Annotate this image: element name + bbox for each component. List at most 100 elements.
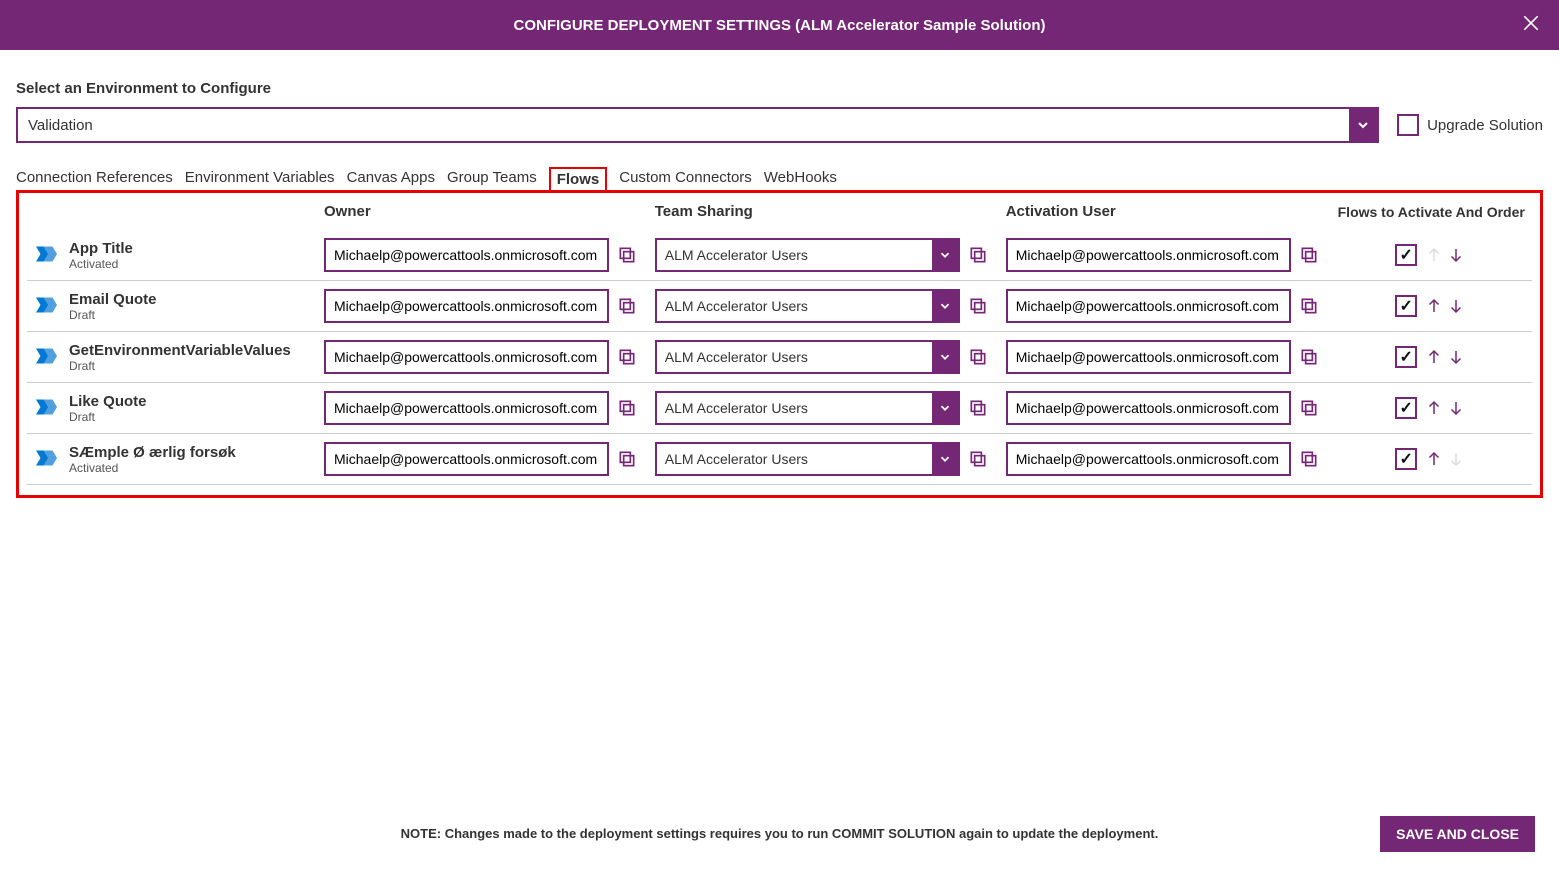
flow-icon: [27, 281, 63, 332]
move-down-button[interactable]: [1445, 395, 1467, 421]
copy-activation-button[interactable]: [1297, 243, 1321, 267]
flow-name: GetEnvironmentVariableValues: [69, 342, 312, 359]
tab-group-teams[interactable]: Group Teams: [447, 167, 537, 192]
copy-owner-button[interactable]: [615, 345, 639, 369]
activate-checkbox[interactable]: [1395, 448, 1417, 470]
col-activate-order: Flows to Activate And Order: [1330, 199, 1532, 230]
owner-input[interactable]: [324, 238, 609, 272]
activate-checkbox[interactable]: [1395, 244, 1417, 266]
copy-activation-button[interactable]: [1297, 345, 1321, 369]
footer-note: NOTE: Changes made to the deployment set…: [401, 826, 1159, 841]
move-up-button[interactable]: [1423, 395, 1445, 421]
move-down-button[interactable]: [1445, 242, 1467, 268]
flow-name: Email Quote: [69, 291, 312, 308]
tab-custom-connectors[interactable]: Custom Connectors: [619, 167, 752, 192]
activation-user-input[interactable]: [1006, 391, 1291, 425]
team-select[interactable]: ALM Accelerator Users: [655, 391, 960, 425]
activate-checkbox[interactable]: [1395, 346, 1417, 368]
team-select-value: ALM Accelerator Users: [657, 349, 932, 365]
chevron-down-icon: [1349, 109, 1377, 141]
table-row: Like QuoteDraft ALM Accelerator Users: [27, 383, 1532, 434]
copy-team-button[interactable]: [966, 447, 990, 471]
flow-icon: [27, 230, 63, 281]
copy-owner-button[interactable]: [615, 243, 639, 267]
copy-activation-button[interactable]: [1297, 294, 1321, 318]
upgrade-solution-label: Upgrade Solution: [1427, 117, 1543, 134]
tab-flows[interactable]: Flows: [549, 167, 608, 192]
move-down-button: [1445, 446, 1467, 472]
flow-status: Draft: [69, 410, 312, 424]
copy-team-button[interactable]: [966, 396, 990, 420]
flow-status: Draft: [69, 359, 312, 373]
flows-table-container: Owner Team Sharing Activation User Flows…: [16, 190, 1543, 498]
activation-user-input[interactable]: [1006, 442, 1291, 476]
table-row: SÆmple Ø ærlig forsøkActivated ALM Accele…: [27, 434, 1532, 485]
flow-status: Draft: [69, 308, 312, 322]
col-team: Team Sharing: [649, 199, 1000, 230]
activation-user-input[interactable]: [1006, 289, 1291, 323]
activation-user-input[interactable]: [1006, 238, 1291, 272]
flow-icon: [27, 434, 63, 485]
move-down-button[interactable]: [1445, 293, 1467, 319]
move-up-button: [1423, 242, 1445, 268]
tab-webhooks[interactable]: WebHooks: [764, 167, 837, 192]
copy-owner-button[interactable]: [615, 294, 639, 318]
owner-input[interactable]: [324, 340, 609, 374]
tab-canvas-apps[interactable]: Canvas Apps: [347, 167, 435, 192]
col-activation: Activation User: [1000, 199, 1331, 230]
team-select-value: ALM Accelerator Users: [657, 451, 932, 467]
move-up-button[interactable]: [1423, 293, 1445, 319]
chevron-down-icon: [932, 444, 958, 474]
copy-team-button[interactable]: [966, 243, 990, 267]
copy-activation-button[interactable]: [1297, 447, 1321, 471]
owner-input[interactable]: [324, 289, 609, 323]
table-row: GetEnvironmentVariableValuesDraft ALM Acc…: [27, 332, 1532, 383]
team-select[interactable]: ALM Accelerator Users: [655, 340, 960, 374]
team-select-value: ALM Accelerator Users: [657, 298, 932, 314]
activate-checkbox[interactable]: [1395, 397, 1417, 419]
activate-checkbox[interactable]: [1395, 295, 1417, 317]
chevron-down-icon: [932, 240, 958, 270]
table-row: App TitleActivated ALM Accelerator Users: [27, 230, 1532, 281]
dialog-title: CONFIGURE DEPLOYMENT SETTINGS (ALM Accel…: [514, 17, 1046, 34]
team-select[interactable]: ALM Accelerator Users: [655, 289, 960, 323]
move-down-button[interactable]: [1445, 344, 1467, 370]
flow-icon: [27, 332, 63, 383]
upgrade-solution-checkbox[interactable]: [1397, 114, 1419, 136]
team-select[interactable]: ALM Accelerator Users: [655, 238, 960, 272]
close-icon: [1521, 13, 1541, 33]
tab-environment-variables[interactable]: Environment Variables: [185, 167, 335, 192]
team-select[interactable]: ALM Accelerator Users: [655, 442, 960, 476]
dialog-header: CONFIGURE DEPLOYMENT SETTINGS (ALM Accel…: [0, 0, 1559, 50]
save-and-close-button[interactable]: SAVE AND CLOSE: [1380, 816, 1535, 852]
table-row: Email QuoteDraft ALM Accelerator Users: [27, 281, 1532, 332]
close-button[interactable]: [1521, 13, 1541, 37]
copy-activation-button[interactable]: [1297, 396, 1321, 420]
flows-table: Owner Team Sharing Activation User Flows…: [27, 199, 1532, 485]
copy-team-button[interactable]: [966, 294, 990, 318]
team-select-value: ALM Accelerator Users: [657, 400, 932, 416]
environment-select[interactable]: Validation: [16, 107, 1379, 143]
flow-name: App Title: [69, 240, 312, 257]
copy-team-button[interactable]: [966, 345, 990, 369]
copy-owner-button[interactable]: [615, 447, 639, 471]
flow-icon: [27, 383, 63, 434]
flow-name: SÆmple Ø ærlig forsøk: [69, 444, 312, 461]
move-up-button[interactable]: [1423, 446, 1445, 472]
team-select-value: ALM Accelerator Users: [657, 247, 932, 263]
activation-user-input[interactable]: [1006, 340, 1291, 374]
flow-status: Activated: [69, 257, 312, 271]
chevron-down-icon: [932, 291, 958, 321]
flow-name: Like Quote: [69, 393, 312, 410]
footer: NOTE: Changes made to the deployment set…: [0, 812, 1559, 881]
move-up-button[interactable]: [1423, 344, 1445, 370]
chevron-down-icon: [932, 393, 958, 423]
env-label: Select an Environment to Configure: [16, 80, 1543, 97]
environment-select-value: Validation: [18, 117, 1349, 134]
owner-input[interactable]: [324, 391, 609, 425]
owner-input[interactable]: [324, 442, 609, 476]
tab-connection-references[interactable]: Connection References: [16, 167, 173, 192]
flow-status: Activated: [69, 461, 312, 475]
chevron-down-icon: [932, 342, 958, 372]
copy-owner-button[interactable]: [615, 396, 639, 420]
